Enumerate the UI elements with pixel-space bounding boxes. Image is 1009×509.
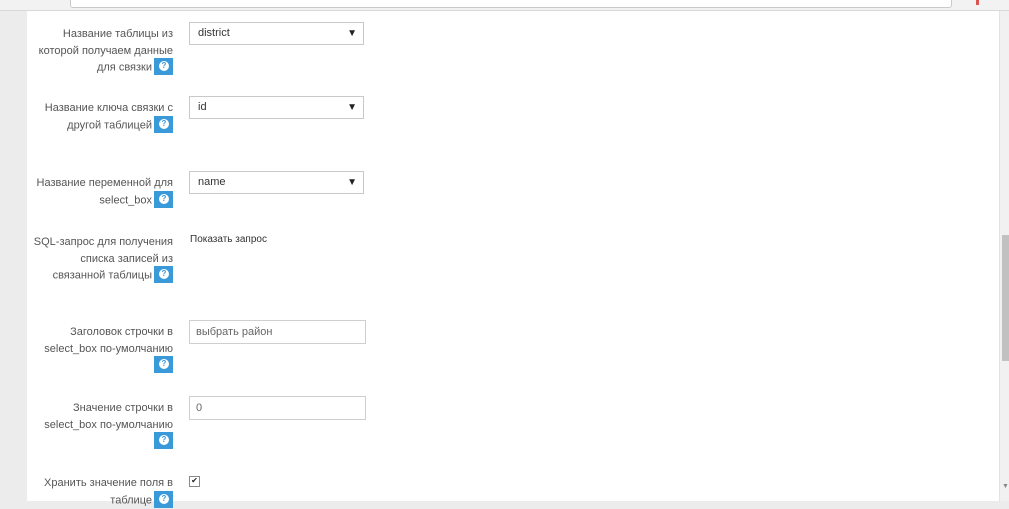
store-value-checkbox[interactable]: ✔ [189,476,200,487]
field-label: Заголовок строчки в select_box по-умолча… [27,324,173,374]
variable-name-select[interactable]: name ▼ [189,171,364,194]
field-label: Название таблицы из которой получаем дан… [27,26,173,76]
extension-icon[interactable] [972,0,984,6]
field-label-text: Заголовок строчки в select_box по-умолча… [44,326,173,355]
field-label: Название ключа связки с другой таблицей [27,100,173,134]
question-circle-icon[interactable] [154,266,173,283]
table-name-select[interactable]: district ▼ [189,22,364,45]
select-value: district [198,27,230,39]
field-label: SQL-запрос для получения списка записей … [27,234,173,284]
select-value: name [198,176,226,188]
scrollbar-thumb[interactable] [1002,235,1009,361]
field-label: Название переменной для select_box [27,175,173,209]
browser-toolbar [0,0,1009,11]
default-caption-input[interactable] [189,320,366,344]
select-value: id [198,101,207,113]
field-label-text: SQL-запрос для получения списка записей … [33,236,173,282]
field-label: Значение строчки в select_box по-умолчан… [27,400,173,450]
field-label: Хранить значение поля в таблице [27,475,173,509]
field-label-text: Название переменной для select_box [36,177,173,206]
caret-down-icon: ▼ [347,102,357,113]
key-name-select[interactable]: id ▼ [189,96,364,119]
default-value-input[interactable] [189,396,366,420]
field-label-text: Название таблицы из которой получаем дан… [38,28,173,74]
scroll-down-arrow-icon[interactable]: ▼ [1002,483,1009,490]
question-circle-icon[interactable] [154,356,173,373]
question-circle-icon[interactable] [154,115,173,133]
vertical-scrollbar[interactable]: ▼ [999,11,1009,501]
caret-down-icon: ▼ [347,28,357,39]
field-label-text: Значение строчки в select_box по-умолчан… [44,402,173,431]
address-bar[interactable] [70,0,952,8]
question-circle-icon[interactable] [154,58,173,75]
question-circle-icon[interactable] [154,190,173,208]
question-circle-icon[interactable] [154,432,173,449]
caret-down-icon: ▼ [347,177,357,188]
show-query-link[interactable]: Показать запрос [190,234,267,245]
settings-panel: Название таблицы из которой получаем дан… [27,11,1001,508]
checkmark-icon: ✔ [191,476,198,485]
question-circle-icon[interactable] [154,490,173,508]
